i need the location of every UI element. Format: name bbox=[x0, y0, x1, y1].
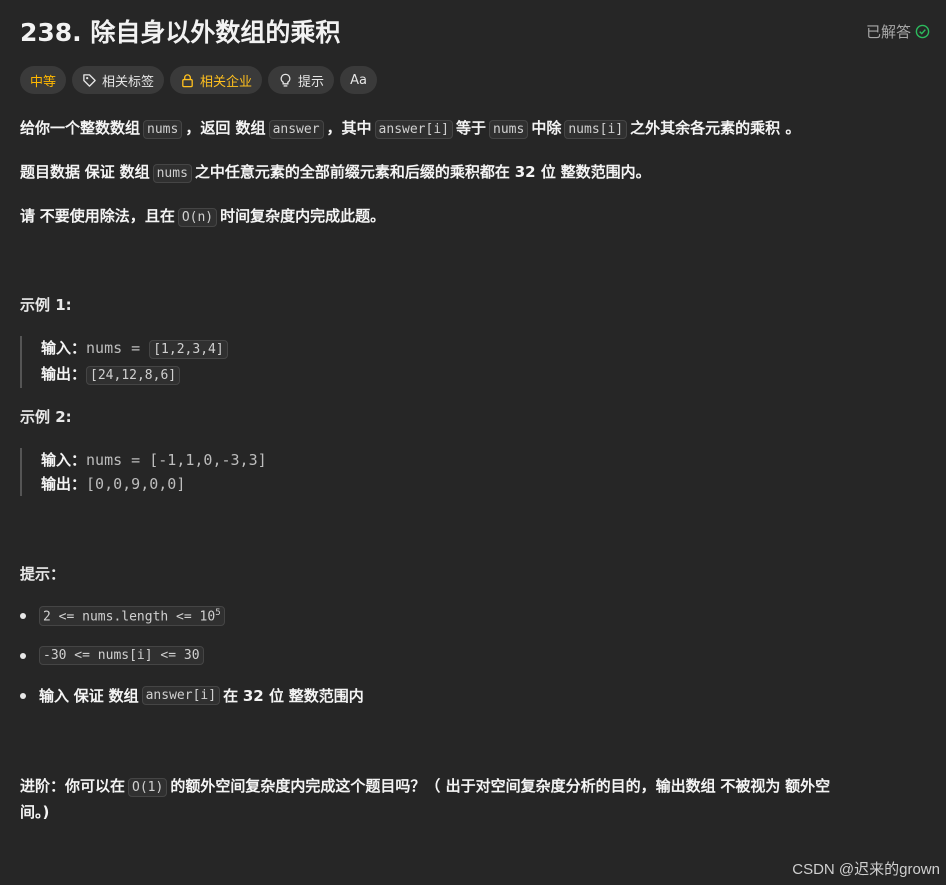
inline-code: O(n) bbox=[177, 208, 218, 227]
problem-header: 238. 除自身以外数组的乘积 已解答 bbox=[20, 12, 930, 50]
description-paragraph-2: 题目数据 保证 数组 nums 之中任意元素的全部前缀元素和后缀的乘积都在 32 位… bbox=[20, 161, 651, 185]
inline-code: O(1) bbox=[128, 778, 168, 797]
solved-status: 已解答 bbox=[866, 21, 930, 42]
text: 等于 bbox=[456, 119, 487, 137]
inline-code: nums bbox=[152, 164, 192, 183]
translate-icon: Aa bbox=[350, 72, 367, 88]
hints-label: 提示 bbox=[298, 74, 325, 90]
example-2-input-row: 输入：nums = [-1,1,0,-3,3] bbox=[41, 448, 267, 472]
example-input-value: [1,2,3,4] bbox=[149, 340, 228, 359]
bold-text: 保证 bbox=[84, 163, 115, 181]
example-input-value: nums = [-1,1,0,-3,3] bbox=[86, 451, 267, 469]
constraint-item: -30 <= nums[i] <= 30 bbox=[20, 646, 207, 665]
inline-code: answer[i] bbox=[374, 120, 453, 139]
bullet bbox=[20, 652, 26, 659]
inline-code: answer bbox=[268, 120, 324, 139]
followup-label: 进阶： bbox=[20, 777, 66, 795]
constraint-code: 2 <= nums.length <= 105 bbox=[39, 606, 225, 627]
example-input-prefix: nums = bbox=[86, 339, 150, 357]
tag-bar: 中等 相关标签 相关企业 提示 Aa bbox=[20, 66, 377, 94]
bold-text: 不要使用除法， bbox=[39, 207, 145, 225]
inline-code: nums bbox=[143, 120, 183, 139]
bold-text: 不被视为 bbox=[720, 777, 781, 795]
description-paragraph-3: 请 不要使用除法，且在 O(n) 时间复杂度内完成此题。 bbox=[20, 205, 385, 229]
bullet bbox=[20, 692, 26, 699]
example-2-output-row: 输出：[0,0,9,0,0] bbox=[41, 472, 267, 496]
bold-text: 保证 bbox=[73, 687, 104, 705]
difficulty-label: 中等 bbox=[30, 74, 57, 90]
text: 之中任意元素的全部前缀元素和后缀的乘积都在 bbox=[194, 163, 510, 181]
inline-code: nums[i] bbox=[564, 120, 628, 139]
hints-button[interactable]: 提示 bbox=[268, 66, 335, 94]
exponent: 5 bbox=[215, 608, 221, 618]
text: 的额外空间复杂度内完成这个题目吗？（ 出于对空间复杂度分析的目的，输出数组 bbox=[170, 777, 716, 795]
constraints-heading: 提示： bbox=[20, 565, 66, 583]
example-2-heading: 示例 2: bbox=[20, 408, 72, 426]
companies-tag-label: 相关企业 bbox=[200, 74, 253, 90]
constraint-item: 2 <= nums.length <= 105 bbox=[20, 606, 228, 627]
output-label: 输出： bbox=[41, 365, 87, 383]
difficulty-badge[interactable]: 中等 bbox=[20, 66, 67, 94]
text: 中除 bbox=[531, 119, 562, 137]
text: 且在 bbox=[144, 207, 175, 225]
bold-text: 32 位 bbox=[514, 163, 556, 181]
text: 输入 bbox=[39, 687, 70, 705]
text: 请 bbox=[20, 207, 36, 225]
companies-tag-button[interactable]: 相关企业 bbox=[170, 66, 263, 94]
text: 在 bbox=[223, 687, 239, 705]
example-output-value: [0,0,9,0,0] bbox=[86, 475, 186, 493]
text: 数组 bbox=[108, 687, 139, 705]
lightbulb-icon bbox=[280, 73, 291, 87]
text: 额外空 bbox=[785, 777, 831, 795]
example-2-block: 输入：nums = [-1,1,0,-3,3] 输出：[0,0,9,0,0] bbox=[20, 448, 267, 496]
problem-title: 238. 除自身以外数组的乘积 bbox=[20, 18, 341, 47]
example-1-input-row: 输入：nums = [1,2,3,4] bbox=[41, 336, 231, 362]
solved-label: 已解答 bbox=[865, 22, 911, 41]
text: 整数范围内 bbox=[288, 687, 364, 705]
text: 题目数据 bbox=[20, 163, 81, 181]
constraint-text: 2 <= nums.length <= 10 bbox=[43, 609, 216, 625]
text: 给你一个整数数组 bbox=[20, 119, 141, 137]
text: 数组 bbox=[119, 163, 150, 181]
inline-code: answer[i] bbox=[141, 686, 221, 705]
watermark: CSDN @迟来的grown bbox=[792, 861, 940, 878]
example-1-block: 输入：nums = [1,2,3,4] 输出： [24,12,8,6] bbox=[20, 336, 231, 388]
text: ，其中 bbox=[326, 119, 372, 137]
output-label: 输出： bbox=[41, 475, 87, 493]
text: ，返回 数组 bbox=[185, 119, 266, 137]
example-1-heading: 示例 1: bbox=[20, 296, 72, 314]
constraint-item: 输入 保证 数组 answer[i] 在 32 位 整数范围内 bbox=[20, 685, 364, 706]
constraint-code: -30 <= nums[i] <= 30 bbox=[39, 646, 204, 665]
bold-text: 32 位 bbox=[242, 687, 284, 705]
inline-code: nums bbox=[489, 120, 529, 139]
text: 时间复杂度内完成此题。 bbox=[220, 207, 386, 225]
example-output-value: [24,12,8,6] bbox=[86, 366, 181, 385]
input-label: 输入： bbox=[41, 339, 87, 357]
tag-icon bbox=[83, 73, 96, 87]
followup-paragraph: 进阶：你可以在 O(1) 的额外空间复杂度内完成这个题目吗？（ 出于对空间复杂度分析… bbox=[20, 774, 930, 824]
topics-tag-label: 相关标签 bbox=[102, 74, 155, 90]
font-toggle-button[interactable]: Aa bbox=[340, 66, 377, 94]
example-1-output-row: 输出： [24,12,8,6] bbox=[41, 362, 231, 388]
bullet bbox=[20, 613, 26, 620]
text: 间。) bbox=[20, 803, 50, 821]
check-circle-icon bbox=[915, 24, 930, 38]
topics-tag-button[interactable]: 相关标签 bbox=[72, 66, 165, 94]
lock-icon bbox=[182, 73, 193, 87]
text: 之外其余各元素的乘积 。 bbox=[630, 119, 801, 137]
text: 整数范围内。 bbox=[560, 163, 651, 181]
text: 你可以在 bbox=[65, 777, 126, 795]
description-paragraph-1: 给你一个整数数组 nums ，返回 数组 answer ，其中 answer[i] 等于 nu… bbox=[20, 117, 800, 141]
input-label: 输入： bbox=[41, 451, 87, 469]
